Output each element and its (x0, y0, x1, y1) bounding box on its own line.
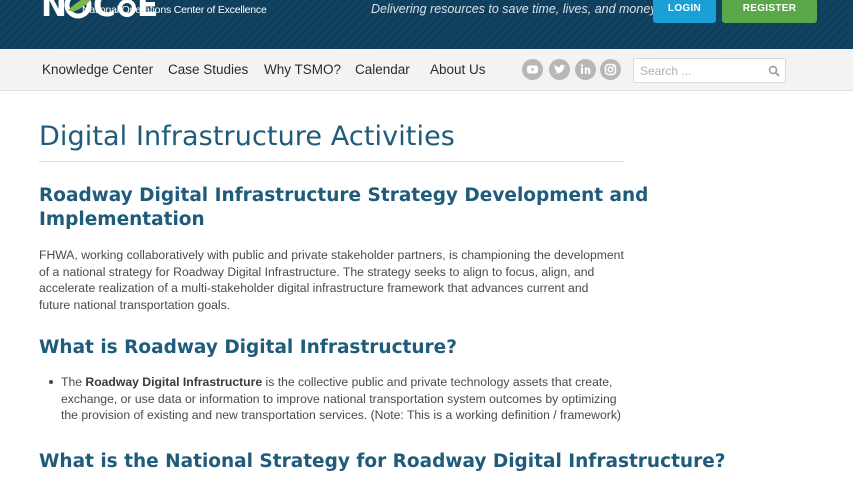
twitter-icon[interactable] (549, 59, 570, 80)
bullet-dot (49, 380, 53, 384)
svg-text:N: N (41, 0, 67, 20)
search-input[interactable] (640, 62, 765, 80)
strategy-paragraph: FHWA, working collaboratively with publi… (39, 247, 624, 314)
paragraph-line: accelerate realization of a multi-stakeh… (39, 281, 589, 296)
search-box (633, 58, 786, 83)
bullet-text: is the collective public and private tec… (262, 375, 613, 389)
section-heading-line: Implementation (39, 209, 205, 230)
title-divider (39, 161, 624, 162)
paragraph-line: of a national strategy for Roadway Digit… (39, 264, 595, 279)
search-icon[interactable] (768, 65, 780, 77)
section-heading-national-strategy: What is the National Strategy for Roadwa… (39, 451, 726, 472)
bullet-text: the provision of existing and new transp… (61, 408, 621, 423)
paragraph-line: future national transportation goals. (39, 298, 231, 313)
main-nav: Knowledge Center Case Studies Why TSMO? … (0, 49, 853, 91)
nav-item-about-us[interactable]: About Us (430, 62, 486, 77)
bullet-prefix: The (61, 375, 86, 389)
section-heading-strategy: Roadway Digital Infrastructure Strategy … (39, 184, 648, 232)
nav-item-why-tsmo[interactable]: Why TSMO? (264, 62, 341, 77)
nav-item-knowledge-center[interactable]: Knowledge Center (42, 62, 153, 77)
logo-subtitle: National Operations Center of Excellence (82, 4, 267, 16)
nav-item-calendar[interactable]: Calendar (355, 62, 410, 77)
section-heading-what-is-rdi: What is Roadway Digital Infrastructure? (39, 337, 457, 358)
paragraph-line: FHWA, working collaboratively with publi… (39, 248, 624, 262)
section-heading-line: Roadway Digital Infrastructure Strategy … (39, 185, 649, 206)
page-title: Digital Infrastructure Activities (39, 121, 455, 152)
nav-item-case-studies[interactable]: Case Studies (168, 62, 248, 77)
linkedin-icon[interactable] (575, 59, 596, 80)
list-item: The Roadway Digital Infrastructure is th… (49, 374, 629, 424)
register-button[interactable]: REGISTER (722, 0, 817, 23)
login-button[interactable]: LOGIN (653, 0, 716, 23)
noco-logo[interactable]: N C E National Operations Center of Exce… (41, 0, 267, 32)
bullet-text: exchange, or use data or information to … (61, 391, 617, 406)
site-header: N C E National Operations Center of Exce… (0, 0, 853, 49)
bullet-bold-term: Roadway Digital Infrastructure (85, 375, 263, 389)
site-tagline: Delivering resources to save time, lives… (371, 2, 657, 16)
youtube-icon[interactable] (522, 59, 543, 80)
instagram-icon[interactable] (600, 59, 621, 80)
